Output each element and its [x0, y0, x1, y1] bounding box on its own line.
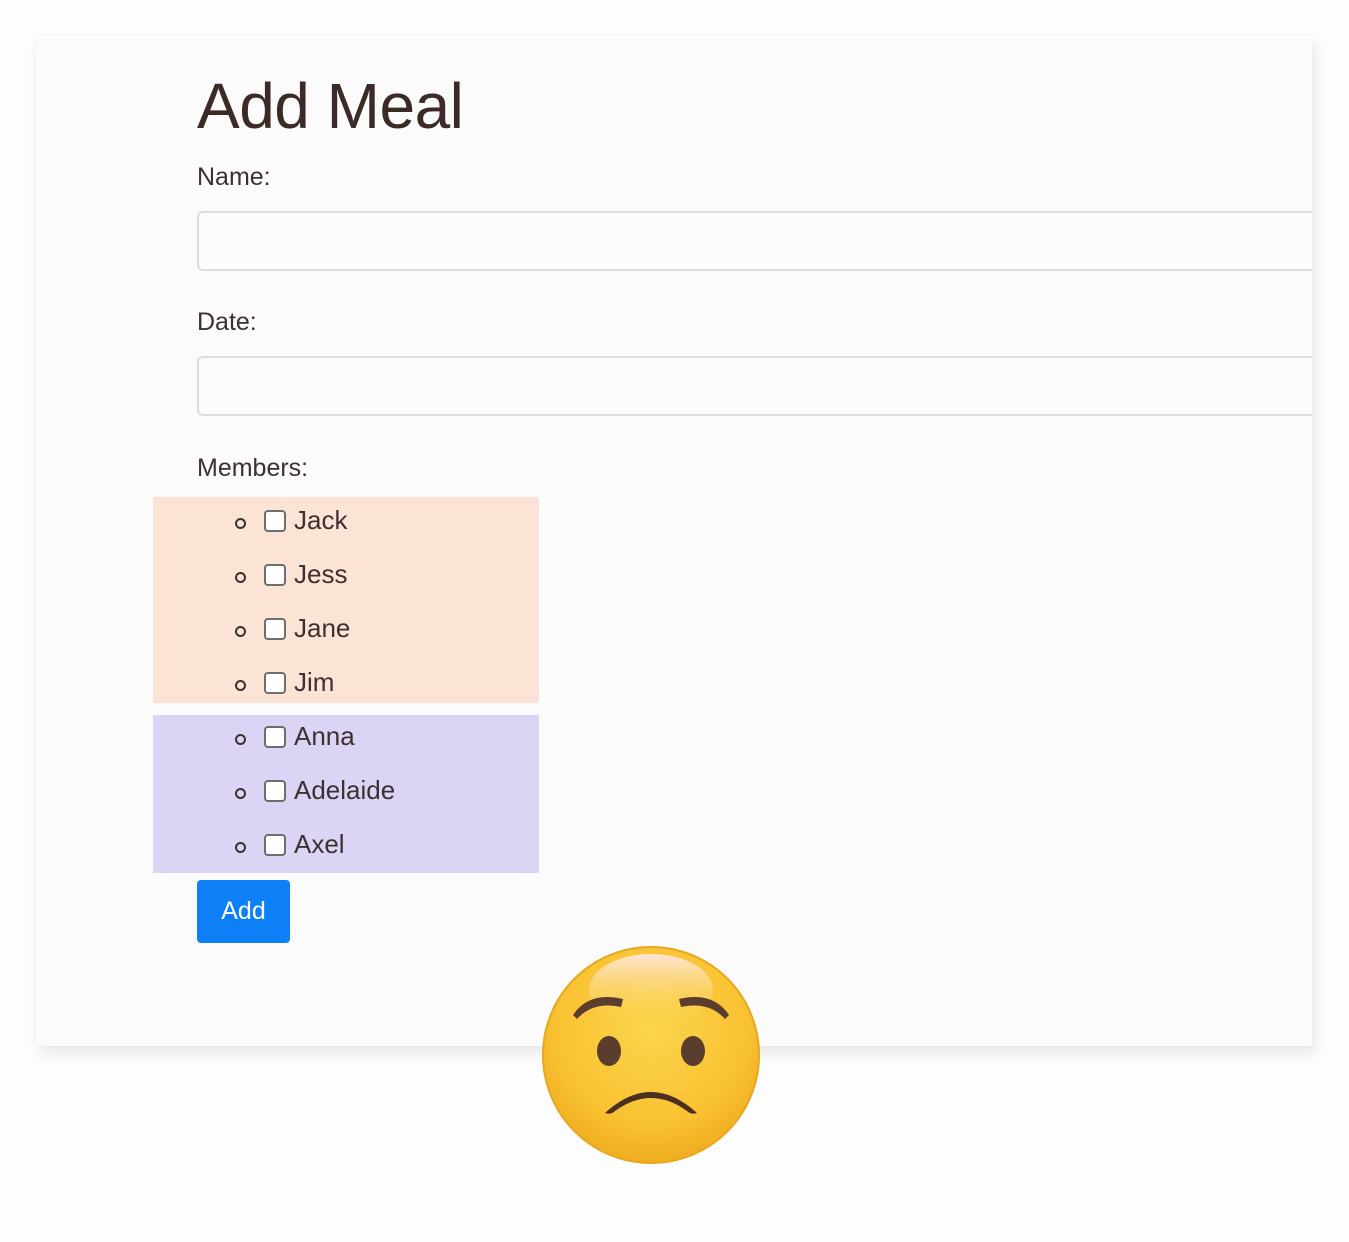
list-item: Jane: [153, 605, 539, 659]
name-input[interactable]: [197, 211, 1312, 271]
list-item: Jack: [153, 497, 539, 551]
member-checkbox-adelaide[interactable]: [264, 780, 286, 802]
bullet-icon: [235, 518, 246, 529]
member-name: Jess: [294, 559, 348, 589]
member-name: Jim: [294, 667, 335, 697]
page-title: Add Meal: [197, 70, 464, 142]
member-checkbox-anna[interactable]: [264, 726, 286, 748]
member-checkbox-jane[interactable]: [264, 618, 286, 640]
bullet-icon: [235, 572, 246, 583]
member-group-b: Anna Adelaide Axel: [153, 715, 539, 873]
member-name: Adelaide: [294, 775, 396, 805]
members-label: Members:: [197, 454, 309, 482]
bullet-icon: [235, 680, 246, 691]
list-item: Jess: [153, 551, 539, 605]
bullet-icon: [235, 788, 246, 799]
member-group-a: Jack Jess Jane Jim: [153, 497, 539, 703]
list-item: Jim: [153, 659, 539, 713]
add-meal-card: Add Meal Name: Date: Members: Jack Jess …: [36, 36, 1312, 1046]
member-name: Jack: [294, 505, 348, 535]
list-item: Anna: [153, 713, 539, 767]
member-name: Jane: [294, 613, 351, 643]
worried-face-icon: [542, 946, 760, 1164]
bullet-icon: [235, 734, 246, 745]
list-item: Adelaide: [153, 767, 539, 821]
member-name: Axel: [294, 829, 345, 859]
member-name: Anna: [294, 721, 355, 751]
date-label: Date:: [197, 308, 257, 336]
bullet-icon: [235, 842, 246, 853]
member-checkbox-jess[interactable]: [264, 564, 286, 586]
bullet-icon: [235, 626, 246, 637]
member-checkbox-axel[interactable]: [264, 834, 286, 856]
list-item: Axel: [153, 821, 539, 875]
add-button[interactable]: Add: [197, 880, 290, 943]
member-checkbox-jack[interactable]: [264, 510, 286, 532]
date-input[interactable]: [197, 356, 1312, 416]
name-label: Name:: [197, 163, 271, 191]
member-checkbox-jim[interactable]: [264, 672, 286, 694]
